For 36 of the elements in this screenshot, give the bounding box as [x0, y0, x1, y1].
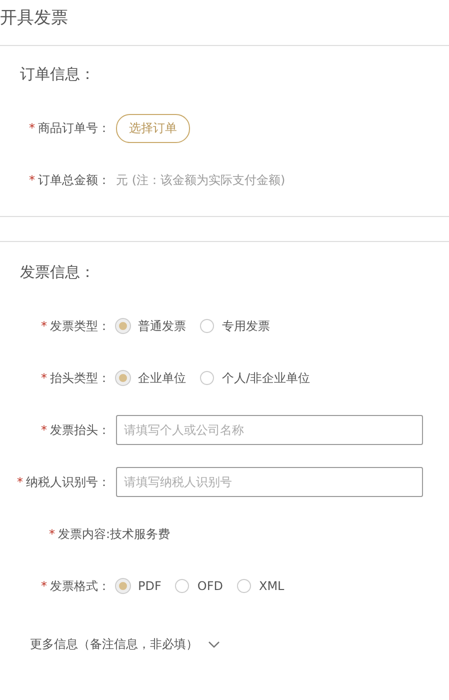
radio-button[interactable]	[200, 371, 214, 385]
field-label: 抬头类型：	[50, 370, 110, 386]
radio-label[interactable]: OFD	[197, 579, 223, 593]
field-label: 商品订单号：	[38, 120, 110, 136]
radio-label[interactable]: PDF	[138, 579, 162, 593]
radio-label[interactable]: 企业单位	[138, 370, 186, 386]
field-label: 发票格式：	[50, 578, 110, 594]
radio-label[interactable]: 专用发票	[222, 318, 270, 334]
required-mark: *	[41, 579, 47, 593]
radio-label[interactable]: 普通发票	[138, 318, 186, 334]
input-field[interactable]: 请填写个人或公司名称	[116, 415, 423, 445]
required-mark: *	[48, 527, 55, 541]
required-mark: *	[29, 173, 35, 187]
page-title: 开具发票	[0, 7, 68, 29]
required-mark: *	[41, 319, 47, 333]
required-mark: *	[17, 475, 23, 489]
section-title: 发票信息：	[19, 263, 95, 282]
more-info-toggle[interactable]: 更多信息（备注信息，非必填）	[30, 636, 198, 653]
radio-label[interactable]: XML	[258, 579, 284, 593]
field-label: 纳税人识别号：	[26, 474, 110, 490]
required-mark: *	[41, 423, 47, 437]
radio-button[interactable]	[175, 579, 190, 593]
chevron-down-icon[interactable]	[208, 640, 220, 648]
radio-button[interactable]	[200, 319, 214, 333]
required-mark: *	[29, 121, 35, 135]
radio-label[interactable]: 个人/非企业单位	[222, 370, 310, 386]
field-label: 订单总金额：	[38, 172, 110, 188]
section-title: 订单信息：	[19, 65, 95, 84]
field-value: 元 (注：该金额为实际支付金额)	[116, 172, 286, 188]
input-field[interactable]: 请填写纳税人识别号	[116, 467, 423, 497]
radio-button[interactable]	[236, 579, 251, 593]
required-mark: *	[41, 371, 47, 385]
field-label: 发票类型：	[50, 318, 110, 334]
field-value: 技术服务费	[110, 526, 170, 542]
field-label: 发票抬头：	[50, 422, 110, 438]
field-label: 发票内容:	[58, 526, 110, 542]
